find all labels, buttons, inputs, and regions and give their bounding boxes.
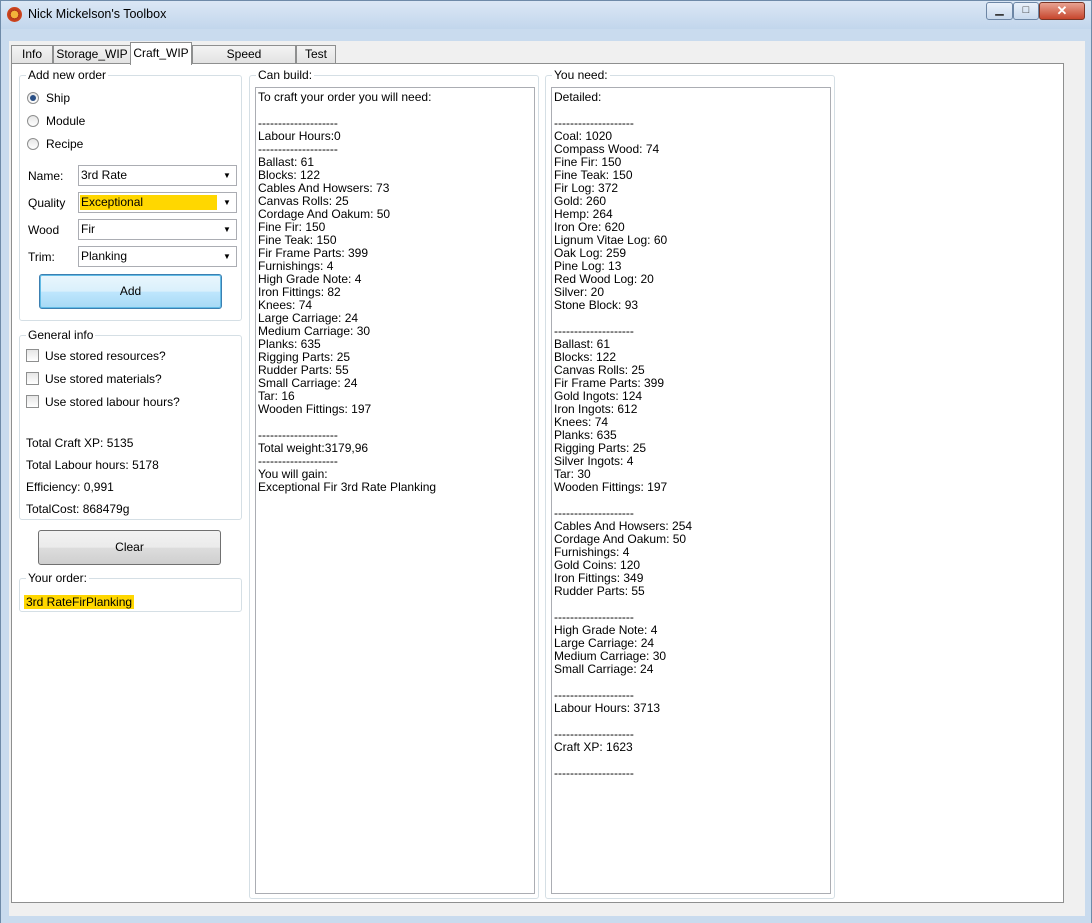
your-order-group: Your order: 3rd RateFirPlanking [19, 571, 242, 612]
you-need-group: You need: Detailed: -------------------- C… [545, 68, 835, 899]
name-combo[interactable]: 3rd Rate ▼ [78, 165, 237, 186]
recipe-radio-label[interactable]: Recipe [46, 137, 83, 151]
tab-storage-wip[interactable]: Storage_WIP [53, 45, 131, 64]
you-need-line: Small Carriage: 24 [554, 662, 654, 676]
total-labour-hours: Total Labour hours: 5178 [26, 458, 159, 472]
maximize-button[interactable]: □ [1013, 2, 1039, 20]
you-need-line: Labour Hours: 3713 [554, 701, 661, 715]
can-build-line: Wooden Fittings: 197 [258, 402, 372, 416]
quality-combo[interactable]: Exceptional ▼ [78, 192, 237, 213]
trim-label: Trim: [28, 250, 55, 264]
tab-craft-wip[interactable]: Craft_WIP [130, 42, 192, 65]
trim-combo[interactable]: Planking ▼ [78, 246, 237, 267]
your-order-title: Your order: [26, 571, 89, 585]
can-build-title: Can build: [256, 68, 315, 82]
chevron-down-icon[interactable]: ▼ [221, 169, 233, 182]
window-bottom-border [1, 916, 1091, 923]
use-stored-labour-hours-label[interactable]: Use stored labour hours? [45, 395, 180, 409]
app-window: Nick Mickelson's Toolbox ▁ □ ✕ Info Stor… [0, 0, 1092, 923]
ship-radio[interactable] [27, 92, 39, 104]
wood-label: Wood [28, 223, 60, 237]
can-build-group: Can build: To craft your order you will … [249, 68, 539, 899]
chevron-down-icon[interactable]: ▼ [221, 250, 233, 263]
you-need-textbox[interactable]: Detailed: -------------------- Coal: 1020 C… [551, 87, 831, 894]
client-area: Info Storage_WIP Craft_WIP Speed Curves_… [9, 41, 1085, 916]
ship-radio-dot [30, 95, 36, 101]
quality-combo-value: Exceptional [80, 195, 217, 210]
minimize-button[interactable]: ▁ [986, 2, 1013, 20]
your-order-value: 3rd RateFirPlanking [24, 595, 135, 609]
general-info-title: General info [26, 328, 96, 342]
module-radio-label[interactable]: Module [46, 114, 85, 128]
tab-test[interactable]: Test [296, 45, 336, 64]
you-need-line: Stone Block: 93 [554, 298, 639, 312]
you-need-line: Detailed: [554, 90, 602, 104]
can-build-line: Small Carriage: 24 [258, 376, 358, 390]
you-need-line: Silver Ingots: 4 [554, 454, 634, 468]
total-cost: TotalCost: 868479g [26, 502, 130, 516]
recipe-radio[interactable] [27, 138, 39, 150]
general-info-group: General info Use stored resources? Use s… [19, 328, 242, 520]
name-label: Name: [28, 169, 64, 183]
use-stored-labour-hours-checkbox[interactable] [26, 395, 39, 408]
add-button[interactable]: Add [39, 274, 222, 309]
you-need-title: You need: [552, 68, 610, 82]
you-need-line: Rudder Parts: 55 [554, 584, 645, 598]
tab-speed-curves-wip[interactable]: Speed Curves_WIP [192, 45, 296, 78]
can-build-line: To craft your order you will need: [258, 90, 432, 104]
you-need-line: Craft XP: 1623 [554, 740, 633, 754]
module-radio[interactable] [27, 115, 39, 127]
ship-radio-label[interactable]: Ship [46, 91, 70, 105]
can-build-textbox[interactable]: To craft your order you will need: ------… [255, 87, 535, 894]
window-title: Nick Mickelson's Toolbox [28, 7, 167, 21]
add-new-order-group: Add new order Ship Module Recipe Name: 3… [19, 68, 242, 321]
chevron-down-icon[interactable]: ▼ [221, 223, 233, 236]
total-craft-xp: Total Craft XP: 5135 [26, 436, 134, 450]
use-stored-resources-label[interactable]: Use stored resources? [45, 349, 166, 363]
can-build-line: Exceptional Fir 3rd Rate Planking [258, 480, 437, 494]
efficiency: Efficiency: 0,991 [26, 480, 114, 494]
quality-label: Quality [28, 196, 66, 210]
add-new-order-title: Add new order [26, 68, 109, 82]
close-button[interactable]: ✕ [1039, 2, 1085, 20]
craft-tab-page: Add new order Ship Module Recipe Name: 3… [11, 63, 1064, 903]
tab-info[interactable]: Info [11, 45, 53, 64]
app-icon [7, 7, 22, 22]
title-bar[interactable]: Nick Mickelson's Toolbox ▁ □ ✕ [1, 1, 1091, 29]
you-need-line: Wooden Fittings: 197 [554, 480, 668, 494]
use-stored-resources-checkbox[interactable] [26, 349, 39, 362]
clear-button[interactable]: Clear [38, 530, 221, 565]
use-stored-materials-checkbox[interactable] [26, 372, 39, 385]
wood-combo[interactable]: Fir ▼ [78, 219, 237, 240]
use-stored-materials-label[interactable]: Use stored materials? [45, 372, 162, 386]
chevron-down-icon[interactable]: ▼ [221, 196, 233, 209]
wood-combo-value: Fir [81, 222, 95, 236]
name-combo-value: 3rd Rate [81, 168, 128, 182]
you-need-line: -------------------- [554, 766, 634, 780]
trim-combo-value: Planking [81, 249, 128, 263]
